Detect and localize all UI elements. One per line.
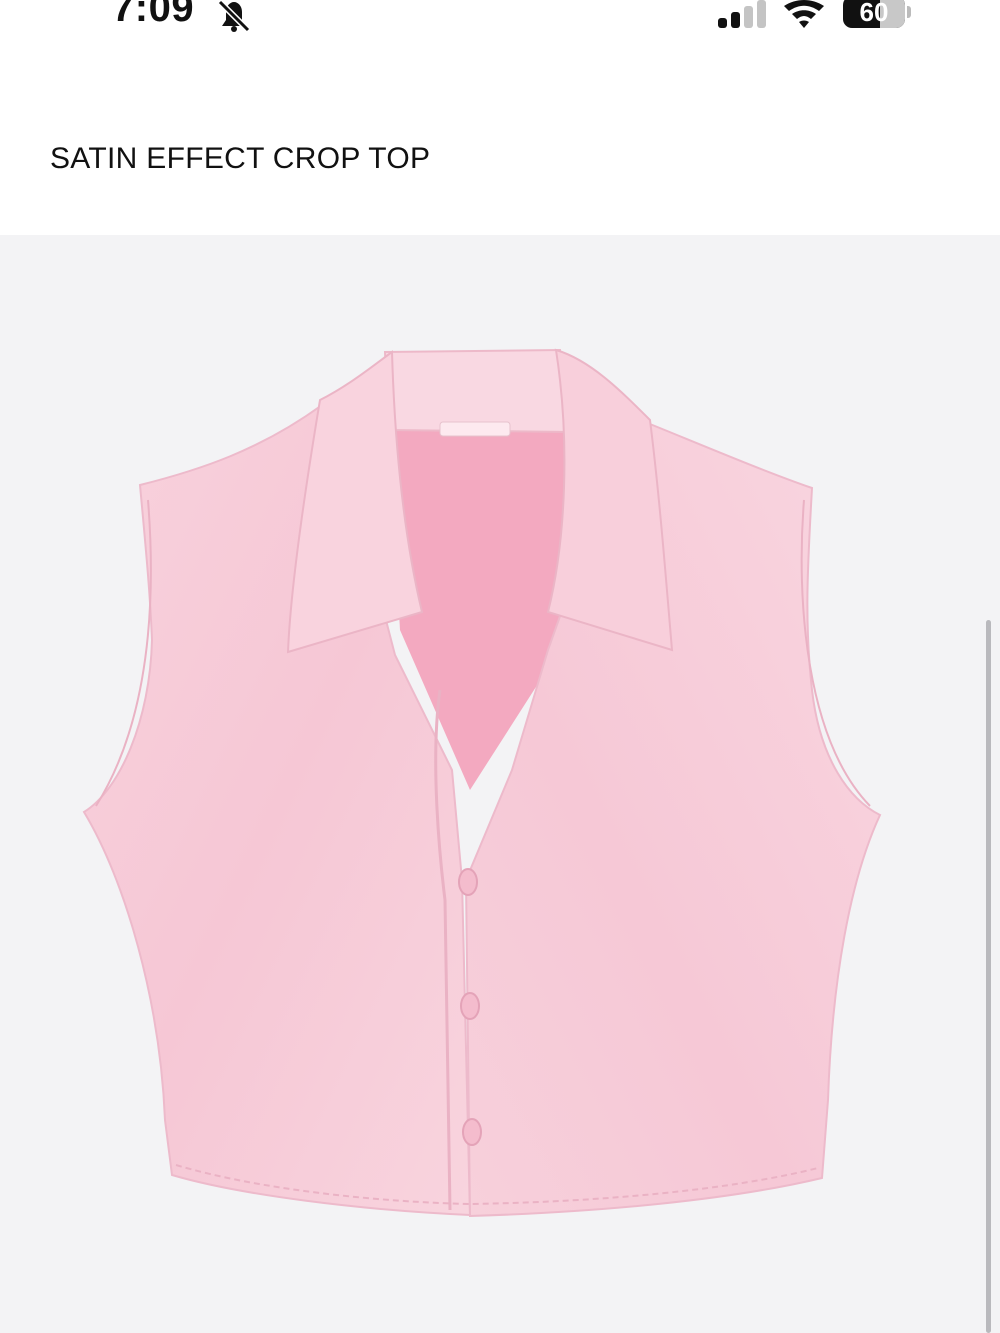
right-collar (546, 348, 674, 652)
button (462, 1118, 482, 1146)
neck-band (383, 348, 574, 434)
product-image[interactable] (0, 235, 1000, 1333)
bell-slash-icon (217, 0, 251, 32)
wifi-icon (784, 0, 824, 28)
battery-body: 60 (843, 0, 905, 28)
product-title: SATIN EFFECT CROP TOP (50, 142, 431, 175)
neck-label (439, 421, 511, 437)
button (460, 992, 480, 1020)
cellular-signal-icon (718, 0, 766, 28)
status-bar: 7:09 60 (0, 0, 1000, 60)
scrollbar[interactable] (986, 620, 991, 1333)
crop-top-illustration (82, 348, 882, 1218)
battery-indicator: 60 (843, 0, 913, 30)
status-time: 7:09 (112, 0, 195, 30)
button (458, 868, 478, 896)
product-page: 7:09 60 SATIN EFFECT CROP TOP (0, 0, 1000, 1333)
battery-cap (907, 6, 911, 18)
battery-level-label: 60 (859, 0, 889, 27)
